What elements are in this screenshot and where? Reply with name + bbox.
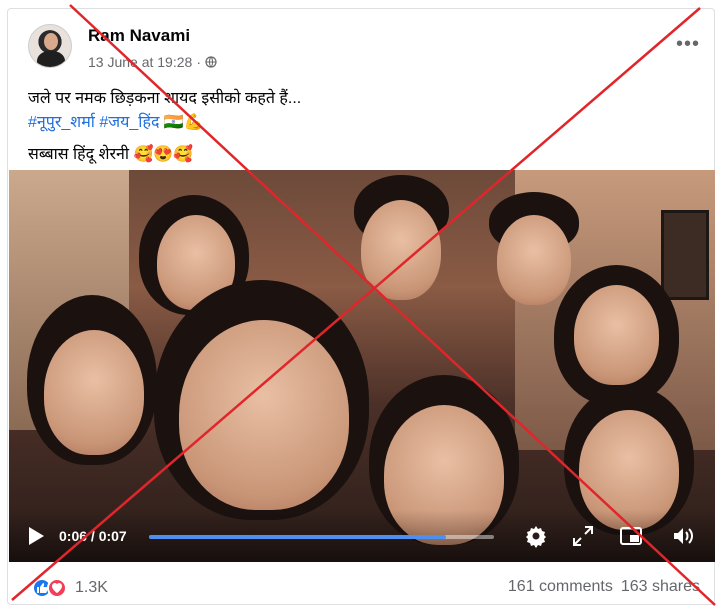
hashtag-row: #नूपुर_शर्मा #जय_हिंद 🇮🇳💪 xyxy=(28,111,301,135)
post-caption: जले पर नमक छिड़कना शायद इसीको कहते हैं..… xyxy=(28,87,301,167)
person-face xyxy=(44,330,144,455)
person-face xyxy=(574,285,659,385)
video-time: 0:06 / 0:07 xyxy=(59,528,127,544)
globe-icon xyxy=(205,56,217,68)
volume-icon[interactable] xyxy=(671,524,695,548)
post-header: Ram Navami 13 June at 19:28 · ••• xyxy=(28,21,708,71)
separator-dot: · xyxy=(196,54,201,70)
reaction-count: 1.3K xyxy=(75,579,108,596)
play-icon[interactable] xyxy=(27,526,45,546)
page-name[interactable]: Ram Navami xyxy=(88,26,190,46)
pip-icon[interactable] xyxy=(619,524,643,548)
avatar-face xyxy=(44,33,58,50)
post-footer: 1.3K 161 comments 163 shares xyxy=(20,578,700,602)
engagement-stats: 161 comments 163 shares xyxy=(508,578,700,596)
video-progress-fill xyxy=(149,535,446,539)
hashtag-nupur[interactable]: #नूपुर_शर्मा xyxy=(28,114,95,131)
caption-line-1: जले पर नमक छिड़कना शायद इसीको कहते हैं..… xyxy=(28,90,302,107)
fullscreen-icon[interactable] xyxy=(571,524,595,548)
person-face xyxy=(361,200,441,300)
video-progress-bar[interactable] xyxy=(149,535,494,539)
avatar-body xyxy=(37,51,65,67)
hashtag-jai-hind[interactable]: #जय_हिंद xyxy=(99,114,159,131)
hashtag-jai-hind-wrap: #जय_हिंद 🇮🇳💪 xyxy=(99,114,203,131)
page-avatar[interactable] xyxy=(28,24,72,68)
person-face xyxy=(497,215,571,305)
love-reaction-icon xyxy=(47,578,67,598)
comments-count[interactable]: 161 comments xyxy=(508,578,613,596)
reaction-summary[interactable]: 1.3K xyxy=(32,578,108,598)
caption-line-3-text: सब्बास हिंदू शेरनी xyxy=(28,146,130,163)
shares-count[interactable]: 163 shares xyxy=(621,578,700,596)
more-options-icon[interactable]: ••• xyxy=(676,34,700,54)
video-wall-frame xyxy=(661,210,709,300)
caption-line-3: सब्बास हिंदू शेरनी 🥰😍🥰 xyxy=(28,143,301,167)
post-meta: 13 June at 19:28 · xyxy=(88,54,217,70)
person-face xyxy=(179,320,349,510)
post-date[interactable]: 13 June at 19:28 xyxy=(88,54,192,70)
video-player[interactable]: 0:06 / 0:07 xyxy=(9,170,715,562)
caption-line-3-emoji: 🥰😍🥰 xyxy=(133,146,194,163)
flag-muscle-emoji: 🇮🇳💪 xyxy=(163,114,204,131)
settings-icon[interactable] xyxy=(524,524,548,548)
